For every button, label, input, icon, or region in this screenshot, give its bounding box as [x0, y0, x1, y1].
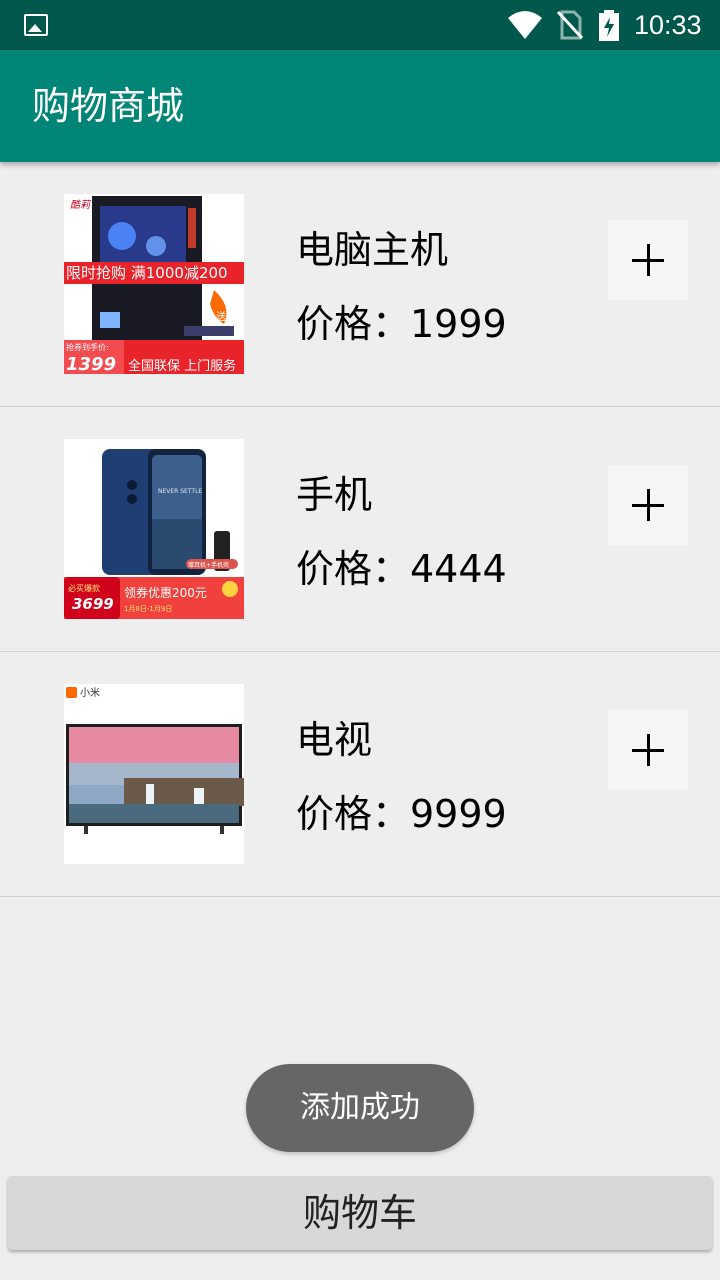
toast-message: 添加成功: [246, 1064, 474, 1152]
product-price: 价格：9999: [296, 792, 507, 836]
product-item: NEVER SETTLE 赠耳机+手机壳 必买爆款 3699 领券优惠200元 …: [0, 407, 720, 652]
add-to-cart-button[interactable]: [608, 710, 688, 790]
promo-price-text: 3699: [72, 595, 114, 613]
product-name: 电视: [296, 718, 373, 762]
promo-price-text: 1399: [66, 354, 116, 374]
app-title: 购物商城: [32, 84, 185, 128]
status-clock: 10:33: [634, 10, 702, 40]
shopping-cart-button[interactable]: 购物车: [8, 1176, 712, 1250]
banner-text: 限时抢购 满1000减200: [66, 264, 228, 282]
battery-charging-icon: [599, 10, 619, 41]
plus-icon: [632, 244, 664, 276]
product-image-tv: 小米: [64, 684, 244, 864]
product-price: 价格：1999: [296, 302, 507, 346]
add-to-cart-button[interactable]: [608, 220, 688, 300]
product-item: 限时抢购 满1000减200 酷莉 送 抢券到手价: 1399 全国联保 上门服…: [0, 162, 720, 407]
product-item: 小米 电视 价格：9999: [0, 652, 720, 897]
brand-text: 酷莉: [70, 199, 92, 211]
product-name: 手机: [296, 473, 373, 517]
no-sim-icon: [556, 10, 584, 40]
gift-text: 赠耳机+手机壳: [188, 561, 229, 569]
plus-icon: [632, 489, 664, 521]
screen-text: NEVER SETTLE: [158, 488, 202, 495]
plus-icon: [632, 734, 664, 766]
product-name: 电脑主机: [296, 228, 449, 272]
product-image-phone: NEVER SETTLE 赠耳机+手机壳 必买爆款 3699 领券优惠200元 …: [64, 439, 244, 619]
dates-text: 1月8日-1月9日: [124, 605, 172, 613]
gallery-icon: [24, 14, 48, 36]
product-image-computer: 限时抢购 满1000减200 酷莉 送 抢券到手价: 1399 全国联保 上门服…: [64, 194, 244, 374]
tag-text: 必买爆款: [68, 583, 100, 593]
service-text: 全国联保 上门服务: [128, 358, 236, 374]
brand-text: 小米: [80, 686, 100, 699]
status-bar: 10:33: [0, 0, 720, 50]
product-price: 价格：4444: [296, 547, 507, 591]
coupon-text: 领券优惠200元: [124, 585, 207, 600]
app-bar: 购物商城: [0, 50, 720, 162]
price-label-text: 抢券到手价:: [66, 342, 109, 352]
wifi-icon: [508, 11, 542, 39]
gift-badge-text: 送: [216, 310, 226, 323]
add-to-cart-button[interactable]: [608, 465, 688, 545]
product-list: 限时抢购 满1000减200 酷莉 送 抢券到手价: 1399 全国联保 上门服…: [0, 162, 720, 897]
